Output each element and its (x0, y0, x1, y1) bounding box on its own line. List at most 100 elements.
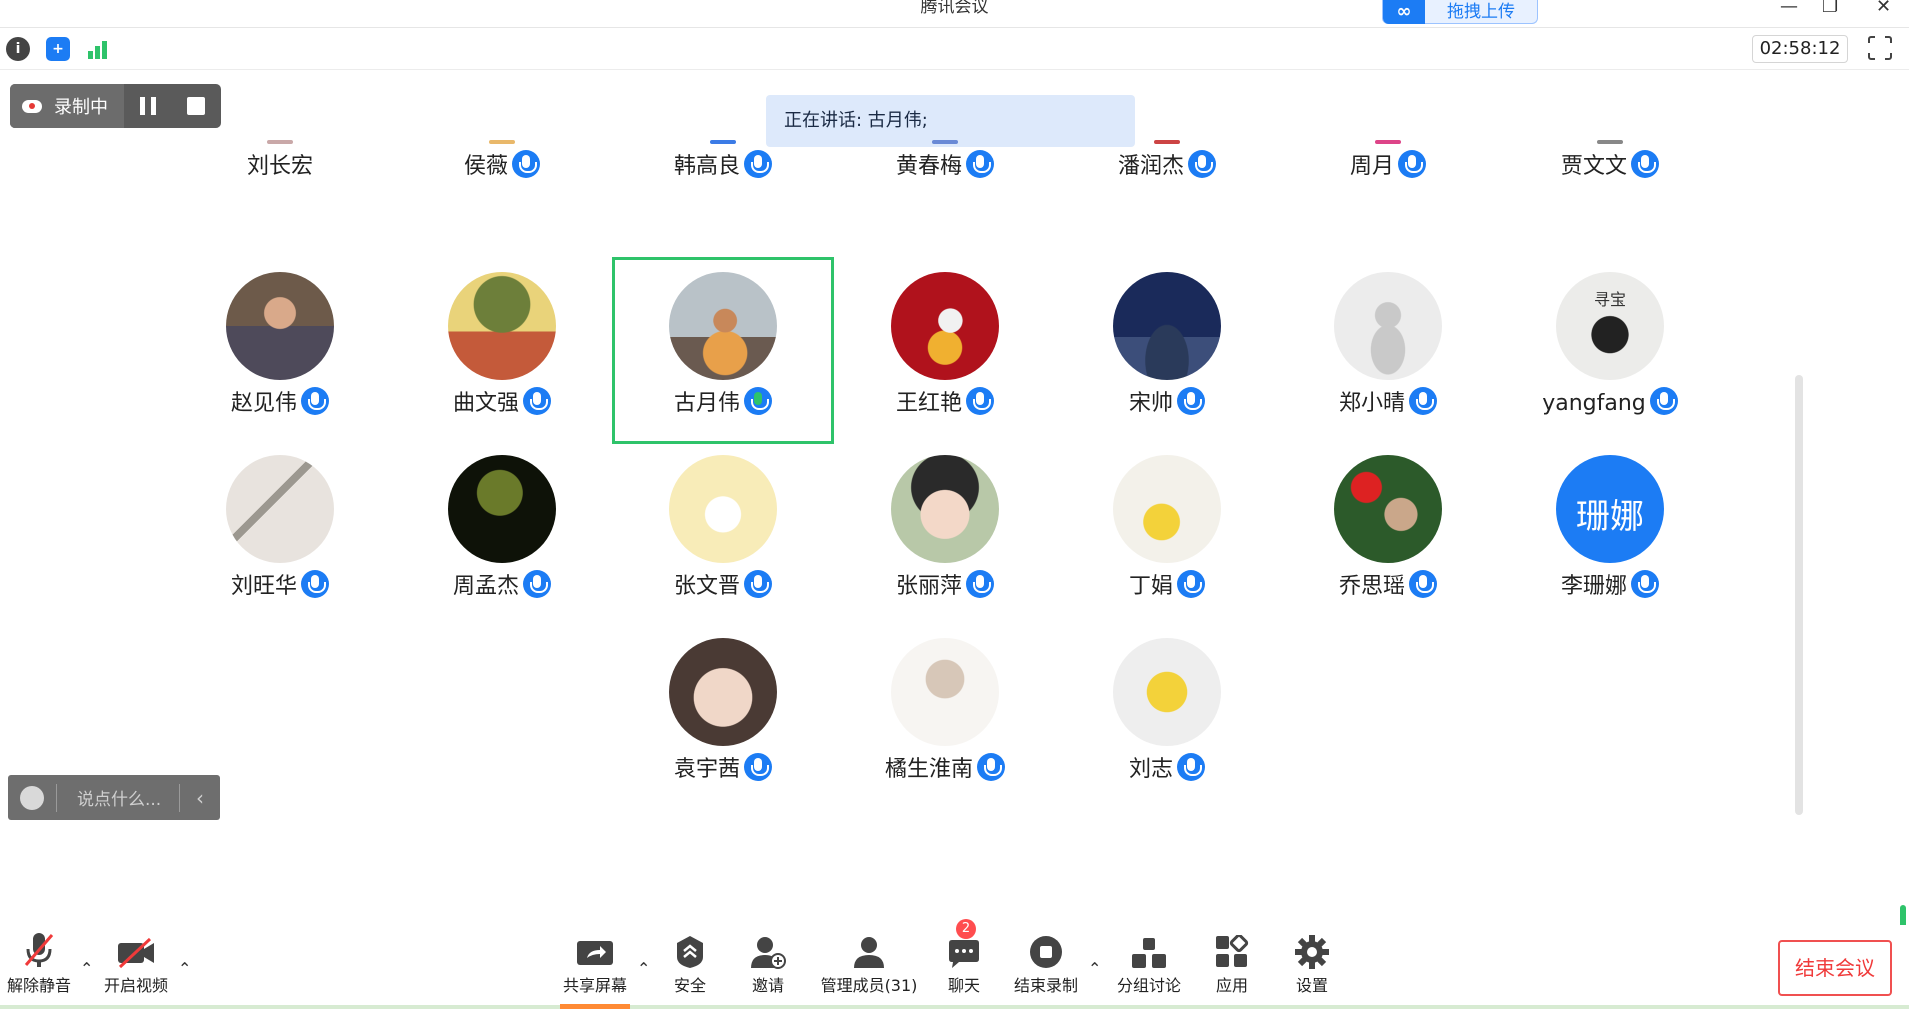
microphone-icon (1409, 387, 1437, 415)
drag-upload-button[interactable]: ∞ 拖拽上传 (1382, 0, 1538, 24)
close-icon[interactable]: ✕ (1876, 0, 1891, 16)
chat-button[interactable]: 2 聊天 (936, 919, 992, 1009)
participant-tile[interactable]: 橘生淮南 (845, 623, 1045, 803)
pause-recording-button[interactable] (124, 84, 172, 128)
participant-tile[interactable]: 古月伟 (623, 257, 823, 437)
grid-scrollbar[interactable] (1795, 375, 1803, 815)
fullscreen-icon[interactable] (1867, 35, 1893, 61)
microphone-icon (1398, 150, 1426, 178)
avatar-text: 珊娜 (1576, 497, 1644, 537)
participant-name-line: 古月伟 (623, 387, 823, 421)
share-screen-button[interactable]: 共享屏幕 (560, 925, 630, 1009)
top-toolbar: i + 02:58:12 (0, 28, 1909, 70)
invite-button[interactable]: 邀请 (740, 925, 796, 1009)
shield-icon[interactable]: + (46, 37, 70, 61)
microphone-icon (744, 150, 772, 178)
participant-tile[interactable]: 刘志 (1067, 623, 1267, 803)
chat-bubble-icon: 2 (936, 919, 992, 969)
participant-tile[interactable]: 张丽萍 (845, 440, 1045, 620)
audio-options-chevron-icon[interactable]: ⌃ (80, 959, 93, 978)
participant-name-line: 赵见伟 (180, 387, 380, 421)
avatar (489, 140, 515, 144)
microphone-icon (301, 570, 329, 598)
invite-label: 邀请 (751, 976, 784, 995)
participant-name: 郑小晴 (1338, 391, 1405, 416)
participant-tile-partial[interactable]: 周月 (1288, 140, 1488, 184)
emoji-icon[interactable] (8, 775, 56, 820)
microphone-icon (1177, 387, 1205, 415)
participant-name-line: 橘生淮南 (845, 753, 1045, 787)
settings-label: 设置 (1295, 976, 1328, 995)
stop-recording-button[interactable] (172, 84, 220, 128)
participant-name-line: 乔思瑶 (1288, 570, 1488, 604)
participant-tile-partial[interactable]: 贾文文 (1510, 140, 1710, 184)
participant-tile[interactable]: 寻宝 yangfang (1510, 257, 1710, 437)
participant-tile[interactable]: 乔思瑶 (1288, 440, 1488, 620)
participant-tile[interactable]: 丁娟 (1067, 440, 1267, 620)
participant-tile[interactable]: 宋帅 (1067, 257, 1267, 437)
participant-tile[interactable]: 刘旺华 (180, 440, 380, 620)
participant-tile[interactable]: 郑小晴 (1288, 257, 1488, 437)
microphone-icon (523, 570, 551, 598)
participant-tile[interactable]: 周孟杰 (402, 440, 602, 620)
participant-name: 刘旺华 (230, 574, 297, 599)
participant-name: 韩高良 (673, 154, 740, 179)
share-options-chevron-icon[interactable]: ⌃ (637, 959, 650, 978)
avatar (1334, 455, 1442, 563)
microphone-icon (512, 150, 540, 178)
microphone-icon (301, 387, 329, 415)
microphone-icon (977, 753, 1005, 781)
avatar (1113, 272, 1221, 380)
participant-name-line: 周孟杰 (402, 570, 602, 604)
microphone-icon (1649, 387, 1678, 415)
avatar (1154, 140, 1180, 144)
end-recording-button[interactable]: 结束录制 (1010, 925, 1082, 1009)
participant-tile-partial[interactable]: 潘润杰 (1067, 140, 1267, 184)
record-options-chevron-icon[interactable]: ⌃ (1088, 959, 1101, 978)
chat-placeholder[interactable]: 说点什么... (57, 785, 179, 810)
breakout-rooms-button[interactable]: 分组讨论 (1110, 925, 1188, 1009)
participant-tile[interactable]: 袁宇茜 (623, 623, 823, 803)
avatar (710, 140, 736, 144)
participant-tile-partial[interactable]: 韩高良 (623, 140, 823, 184)
participant-name: 橘生淮南 (884, 757, 973, 782)
apps-label: 应用 (1215, 976, 1248, 995)
info-icon[interactable]: i (6, 37, 30, 61)
participant-tile[interactable]: 曲文强 (402, 257, 602, 437)
title-bar: 腾讯会议 ∞ 拖拽上传 — ❐ ✕ (0, 0, 1909, 28)
participant-name: 王红艳 (895, 391, 962, 416)
manage-members-label: 管理成员(31) (820, 976, 918, 995)
end-meeting-button[interactable]: 结束会议 (1778, 940, 1892, 996)
recording-status: 录制中 (10, 84, 124, 128)
share-screen-icon (560, 925, 630, 969)
participant-tile-partial[interactable]: 侯薇 (402, 140, 602, 184)
collapse-chevron-icon[interactable]: ‹ (180, 786, 220, 810)
avatar (1375, 140, 1401, 144)
microphone-icon (1177, 570, 1205, 598)
manage-members-button[interactable]: 管理成员(31) (818, 925, 920, 1009)
minimize-icon[interactable]: — (1780, 0, 1798, 16)
apps-button[interactable]: 应用 (1204, 925, 1260, 1009)
settings-button[interactable]: 设置 (1284, 925, 1340, 1009)
start-video-label: 开启视频 (103, 976, 168, 995)
participant-tile[interactable]: 王红艳 (845, 257, 1045, 437)
participant-tile[interactable]: 张文晋 (623, 440, 823, 620)
security-button[interactable]: 安全 (662, 925, 718, 1009)
avatar (448, 455, 556, 563)
participant-tile-partial[interactable]: 黄春梅 (845, 140, 1045, 184)
microphone-icon (1631, 150, 1659, 178)
participant-tile[interactable]: 赵见伟 (180, 257, 380, 437)
signal-icon[interactable] (86, 37, 110, 61)
video-options-chevron-icon[interactable]: ⌃ (178, 959, 191, 978)
microphone-icon (1409, 570, 1437, 598)
start-video-button[interactable]: 开启视频 (100, 925, 172, 1009)
unmute-button[interactable]: 解除静音 (4, 925, 74, 1009)
avatar (891, 638, 999, 746)
participant-tile-partial[interactable]: 刘长宏 (180, 140, 380, 184)
participant-tile[interactable]: 珊娜 李珊娜 (1510, 440, 1710, 620)
avatar (226, 272, 334, 380)
restore-icon[interactable]: ❐ (1822, 0, 1838, 16)
avatar (448, 272, 556, 380)
chat-quick-input[interactable]: 说点什么... ‹ (8, 775, 220, 820)
participant-name-line: 刘旺华 (180, 570, 380, 604)
